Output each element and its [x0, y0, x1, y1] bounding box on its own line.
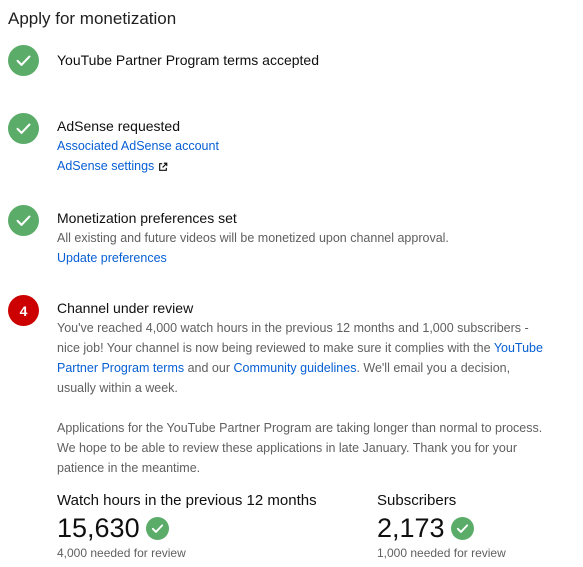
subscribers-label: Subscribers [377, 492, 457, 509]
subscribers-value: 2,173 [377, 513, 445, 543]
step-title: Monetization preferences set [57, 210, 237, 226]
check-icon [16, 215, 31, 226]
adsense-settings-label: AdSense settings [57, 159, 155, 173]
subscribers-stat: Subscribers 2,173 1,000 needed for revie… [377, 491, 506, 562]
check-circle-icon [450, 516, 474, 540]
step-number-badge: 4 [8, 295, 39, 326]
check-circle-icon [145, 516, 169, 540]
community-guidelines-link[interactable]: Community guidelines [233, 361, 356, 375]
step-complete-badge [8, 45, 39, 76]
adsense-settings-link[interactable]: AdSense settings [57, 156, 547, 176]
review-text-part: You've reached 4,000 watch hours in the … [57, 321, 529, 355]
associated-adsense-account-link[interactable]: Associated AdSense account [57, 136, 547, 156]
step-title: AdSense requested [57, 118, 180, 134]
check-icon [16, 55, 31, 66]
step-title: Channel under review [57, 300, 194, 316]
subscribers-note: 1,000 needed for review [377, 546, 506, 560]
review-status-text: You've reached 4,000 watch hours in the … [57, 318, 547, 398]
watch-hours-stat: Watch hours in the previous 12 months 15… [57, 491, 317, 562]
check-icon [16, 123, 31, 134]
watch-hours-label: Watch hours in the previous 12 months [57, 492, 317, 509]
step-complete-badge [8, 113, 39, 144]
step-title: YouTube Partner Program terms accepted [57, 52, 319, 68]
step-description: All existing and future videos will be m… [57, 231, 449, 245]
step-complete-badge [8, 205, 39, 236]
update-preferences-link[interactable]: Update preferences [57, 248, 547, 268]
page-title: Apply for monetization [8, 9, 177, 28]
watch-hours-value: 15,630 [57, 513, 140, 543]
watch-hours-note: 4,000 needed for review [57, 546, 186, 560]
delay-notice-text: Applications for the YouTube Partner Pro… [57, 421, 543, 475]
review-text-part: and our [184, 361, 234, 375]
external-link-icon [159, 162, 168, 171]
